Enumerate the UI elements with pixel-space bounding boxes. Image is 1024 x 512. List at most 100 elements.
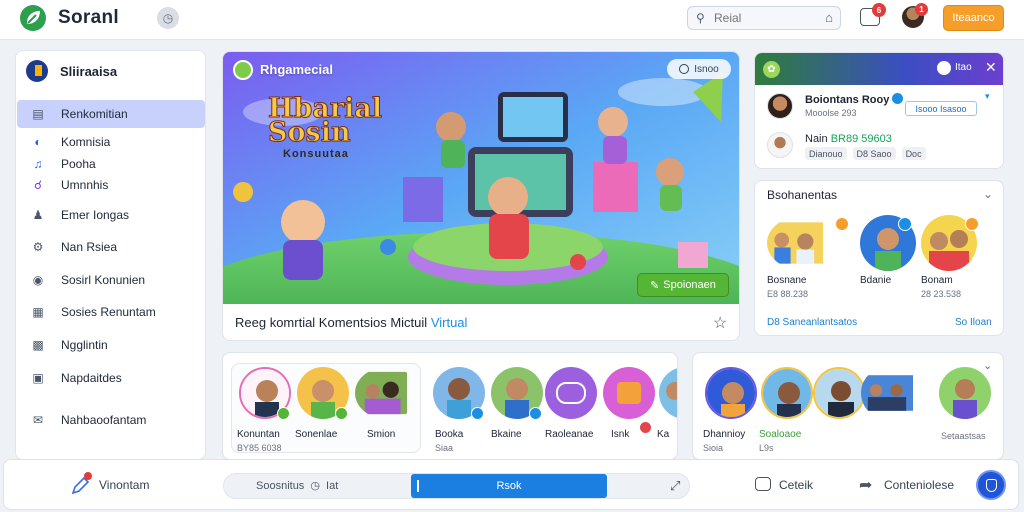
badge-icon	[335, 407, 348, 420]
strip-footer: Setaastsas	[941, 431, 986, 441]
person-tile[interactable]	[859, 367, 939, 457]
list-icon: ▤	[32, 107, 44, 121]
hero-cta-button[interactable]: ✎ Spoionaen	[637, 273, 729, 297]
person-tile[interactable]: Isnk	[601, 367, 661, 457]
search-box[interactable]: ⚲ ⌂	[687, 6, 841, 30]
badge-icon	[965, 217, 979, 231]
profile-row[interactable]: Boiontans Rooy Mooolse 293 Isooo Isasoo …	[767, 91, 999, 121]
avatar	[767, 132, 793, 158]
sidebar-item-6[interactable]: ◉ Sosirl Konunien	[17, 266, 205, 294]
search-input[interactable]	[714, 10, 802, 26]
person-name: Raoleanae	[545, 429, 594, 440]
expand-icon[interactable]: ⤢	[670, 478, 680, 494]
chat-app-icon	[545, 367, 597, 419]
profile-row[interactable]: Nain BR89 59603 Dianouo D8 Saoo Doc	[767, 130, 999, 160]
sidebar-header[interactable]: Sliiraaisa	[26, 59, 117, 83]
person-tile[interactable]: Bonam 28 23.538	[921, 215, 987, 299]
person-tile[interactable]: Konuntan BY85 6038	[237, 367, 297, 457]
person-tile[interactable]: Sonenlae	[295, 367, 355, 457]
clock-icon: ◷	[310, 480, 320, 492]
shield-icon[interactable]: ⌂	[825, 10, 833, 25]
sidebar-item-label: Nahbaoofantam	[61, 413, 147, 427]
people-card-footer-link[interactable]: D8 Saneanlantsatos	[767, 317, 857, 328]
sidebar-item-4[interactable]: ♟ Emer Iongas	[17, 201, 205, 229]
chevron-down-icon[interactable]: ⌄	[983, 187, 993, 201]
person-tile[interactable]: Raoleanae	[543, 367, 603, 457]
star-icon[interactable]: ☆	[713, 313, 727, 333]
person-tile[interactable]: Booka Siaa	[431, 367, 491, 457]
person-tile[interactable]: Bdanie	[860, 215, 926, 295]
sidebar-item-8[interactable]: ▩ Ngglintin	[17, 331, 205, 359]
person-name: Bonam	[921, 275, 953, 286]
bottom-left-label[interactable]: Vinontam	[99, 478, 149, 492]
badge-icon	[277, 407, 290, 420]
person-tile[interactable]: Bkaine	[489, 367, 549, 457]
upgrade-button[interactable]: Iteaanco	[943, 5, 1004, 31]
doc-icon: ▩	[32, 338, 44, 352]
sidebar-item-label: Umnnhis	[61, 178, 109, 192]
profile-card-title: Itao	[955, 62, 972, 73]
hero-caption-accent[interactable]: Virtual	[431, 315, 468, 330]
person-tile[interactable]: Soaloaoe L9s	[759, 367, 819, 457]
sidebar-item-label: Pooha	[61, 157, 96, 171]
segment-active[interactable]: Rsok	[411, 474, 607, 498]
person-meta: E8 88.238	[767, 289, 809, 299]
app-icon	[603, 367, 655, 419]
person-tile[interactable]: Smion	[353, 367, 413, 457]
sidebar-item-10[interactable]: ✉ Nahbaoofantam	[17, 406, 205, 434]
hero-card: Rhgamecial Isnoo Hbarial Sosin Konsuutaa…	[222, 51, 740, 341]
share-label[interactable]: Conteniolese	[884, 478, 954, 492]
person-photo	[813, 367, 865, 419]
person-meta: Siaa	[435, 443, 454, 453]
hero-caption-main: Reeg komrtial Komentsios Mictuil	[235, 315, 428, 330]
hero-art-title-line2: Sosin	[267, 117, 351, 148]
segment-option[interactable]: Soosnitus ◷ Iat	[256, 479, 338, 492]
see-all-link[interactable]: So Iloan	[955, 317, 992, 328]
sidebar-item-0[interactable]: ▤ Renkomitian	[17, 100, 205, 128]
sidebar: Sliiraaisa ▤ Renkomitian ◐ Komnisia ♫ Po…	[15, 50, 206, 460]
chat-label[interactable]: Ceteik	[779, 478, 813, 492]
sidebar-item-label: Renkomitian	[61, 107, 128, 121]
person-name: Bdanie	[860, 275, 892, 286]
sidebar-item-label: Nan Rsiea	[61, 240, 118, 254]
chat-icon[interactable]	[755, 477, 771, 491]
profile-chip[interactable]: Isooo Isasoo	[905, 101, 977, 116]
sidebar-item-label: Emer Iongas	[61, 208, 130, 222]
close-icon[interactable]: ✕	[985, 59, 997, 76]
link-icon[interactable]: ▾	[985, 91, 990, 102]
leaf-logo-icon[interactable]	[20, 5, 46, 31]
hero-status-pill[interactable]: Isnoo	[667, 59, 731, 79]
clock-icon	[937, 61, 951, 75]
profile-name: Nain BR89 59603	[805, 133, 892, 145]
verified-icon	[892, 93, 904, 104]
sidebar-item-3[interactable]: ☌ Umnnhis	[17, 171, 205, 199]
person-photo	[705, 367, 757, 419]
person-tile[interactable]: Bosnane E8 88.238	[767, 215, 849, 299]
tag-list: Dianouo D8 Saoo Doc	[805, 147, 926, 160]
sidebar-item-9[interactable]: ▣ Napdaitdes	[17, 364, 205, 392]
sidebar-item-5[interactable]: ⚙ Nan Rsiea	[17, 233, 205, 261]
person-tile[interactable]: Dhannioy Sioia	[703, 367, 763, 457]
clock-icon	[679, 64, 690, 74]
hero-illustration[interactable]	[223, 52, 739, 304]
shield-action-button[interactable]	[976, 470, 1006, 500]
search-icon: ⚲	[696, 11, 705, 25]
person-tile[interactable]: Ka	[657, 367, 677, 457]
tag[interactable]: D8 Saoo	[852, 147, 896, 160]
person-photo	[659, 367, 677, 419]
people-card: Bsohanentas ⌄ Bosnane E8 88.238 Bdanie B…	[754, 180, 1004, 336]
sidebar-item-7[interactable]: ▦ Sosies Renuntam	[17, 298, 205, 326]
tag[interactable]: Dianouo	[805, 147, 847, 160]
tag[interactable]: Doc	[901, 147, 926, 160]
bottom-bar: Vinontam Soosnitus ◷ Iat Rsok ⤢ Ceteik ➦…	[3, 459, 1019, 510]
person-name: Smion	[367, 429, 396, 440]
share-icon[interactable]: ➦	[859, 475, 872, 495]
person-tile[interactable]	[937, 367, 997, 457]
gear-icon: ⚙	[32, 240, 44, 254]
person-meta: Sioia	[703, 443, 724, 453]
clock-icon[interactable]: ◷	[157, 7, 179, 29]
person-name: Isnk	[611, 429, 630, 440]
badge-icon	[529, 407, 542, 420]
hero-label: Rhgamecial	[260, 62, 333, 77]
avatar	[767, 93, 793, 119]
